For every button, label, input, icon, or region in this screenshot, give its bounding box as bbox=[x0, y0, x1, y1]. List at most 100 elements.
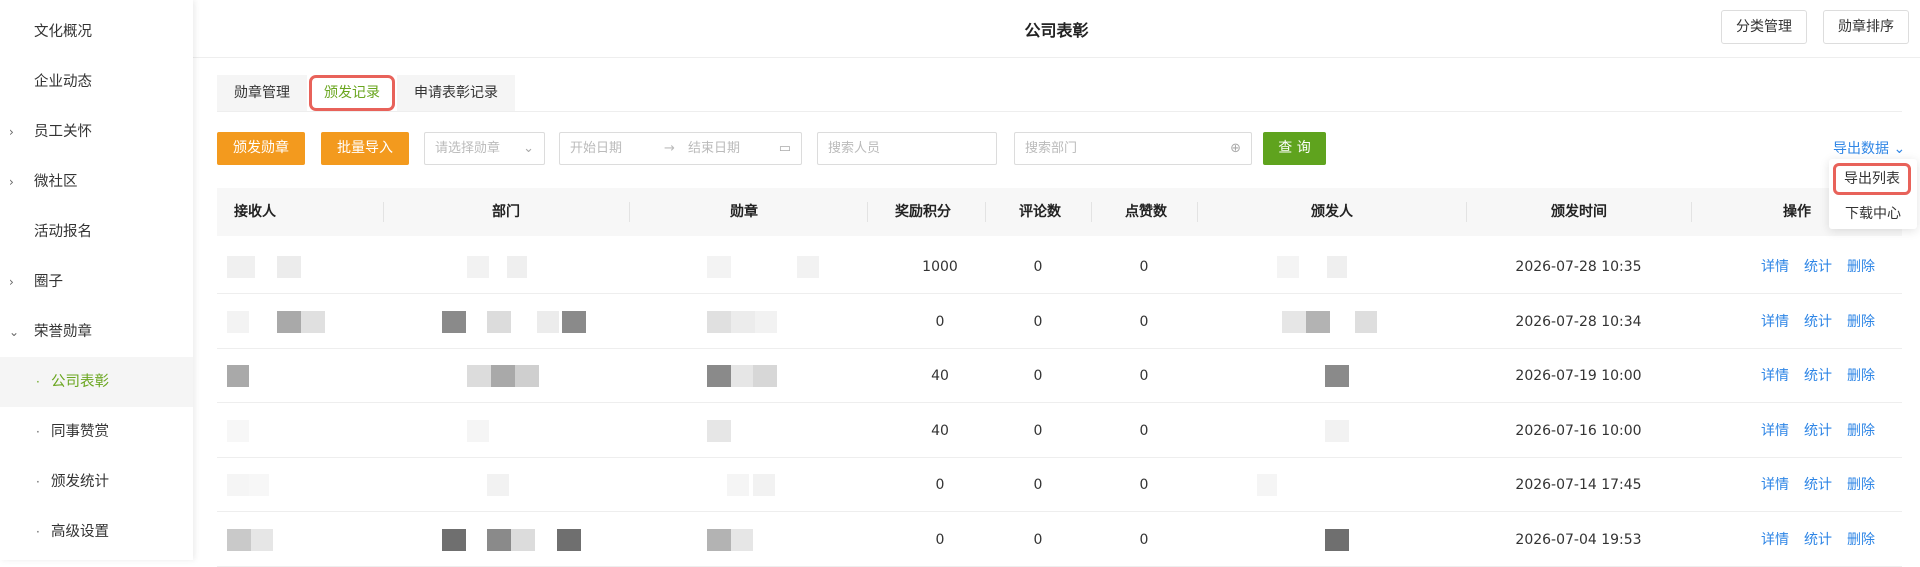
redacted-block bbox=[1306, 310, 1330, 333]
redacted-block bbox=[515, 365, 539, 387]
comments-cell: 0 bbox=[1033, 368, 1043, 384]
stats-link[interactable]: 统计 bbox=[1804, 349, 1832, 403]
column-header-issue-time: 颁发时间 bbox=[1551, 204, 1607, 220]
redacted-block bbox=[562, 310, 586, 333]
sidebar-item-label: 企业动态 bbox=[34, 74, 92, 90]
sidebar-item-label: 文化概况 bbox=[34, 24, 92, 40]
stats-link[interactable]: 统计 bbox=[1804, 513, 1832, 567]
details-link[interactable]: 详情 bbox=[1761, 349, 1789, 403]
delete-link[interactable]: 删除 bbox=[1847, 240, 1875, 294]
column-divider bbox=[629, 202, 630, 222]
table-row: 0 0 0 2026-07-14 17:45 详情 统计 删除 bbox=[217, 458, 1902, 512]
medal-select[interactable]: 请选择勋章 ⌄ bbox=[424, 132, 545, 165]
bullet-icon: · bbox=[36, 375, 40, 389]
main-content: 公司表彰 分类管理 勋章排序 勋章管理 颁发记录 申请表彰记录 颁发勋章 批量导… bbox=[193, 0, 1920, 567]
person-search-input[interactable]: 搜索人员 bbox=[817, 132, 997, 165]
column-header-recipient: 接收人 bbox=[234, 204, 276, 220]
redacted-block bbox=[507, 256, 527, 278]
details-link[interactable]: 详情 bbox=[1761, 513, 1789, 567]
table-row: 1000 0 0 2026-07-28 10:35 详情 统计 删除 bbox=[217, 240, 1902, 294]
sidebar-item-advanced-settings[interactable]: · 高级设置 bbox=[0, 507, 193, 557]
sidebar-item-peer-appreciation[interactable]: · 同事赞赏 bbox=[0, 407, 193, 457]
details-link[interactable]: 详情 bbox=[1761, 458, 1789, 512]
points-cell: 0 bbox=[935, 313, 945, 330]
redacted-block bbox=[487, 474, 509, 496]
stats-link[interactable]: 统计 bbox=[1804, 295, 1832, 349]
redacted-block bbox=[442, 310, 466, 333]
redacted-block bbox=[467, 256, 489, 278]
redacted-block bbox=[731, 365, 753, 387]
likes-cell: 0 bbox=[1139, 368, 1149, 384]
sidebar-item-culture-overview[interactable]: 文化概况 bbox=[0, 7, 193, 57]
stats-link[interactable]: 统计 bbox=[1804, 240, 1832, 294]
likes-cell: 0 bbox=[1139, 531, 1149, 548]
sidebar-item-label: 颁发统计 bbox=[51, 474, 109, 490]
delete-link[interactable]: 删除 bbox=[1847, 295, 1875, 349]
comments-cell: 0 bbox=[1033, 313, 1043, 330]
download-center-menu-item[interactable]: 下载中心 bbox=[1829, 203, 1917, 223]
redacted-block bbox=[1282, 310, 1306, 333]
delete-link[interactable]: 删除 bbox=[1847, 458, 1875, 512]
comments-cell: 0 bbox=[1033, 531, 1043, 548]
column-divider bbox=[383, 202, 384, 222]
redacted-block bbox=[1325, 419, 1349, 442]
points-cell: 0 bbox=[935, 531, 945, 548]
issue-time-cell: 2026-07-16 10:00 bbox=[1515, 422, 1642, 439]
sidebar: 文化概况 企业动态 › 员工关怀 › 微社区 活动报名 › 圈子 ⌄ 荣誉勋章 … bbox=[0, 0, 193, 560]
export-data-label: 导出数据 bbox=[1833, 141, 1889, 157]
stats-link[interactable]: 统计 bbox=[1804, 404, 1832, 458]
details-link[interactable]: 详情 bbox=[1761, 240, 1789, 294]
delete-link[interactable]: 删除 bbox=[1847, 513, 1875, 567]
sidebar-item-honor-medals[interactable]: ⌄ 荣誉勋章 bbox=[0, 307, 193, 357]
tab-issue-records[interactable]: 颁发记录 bbox=[309, 75, 395, 111]
sidebar-item-micro-community[interactable]: › 微社区 bbox=[0, 157, 193, 207]
table-row: 40 0 0 2026-07-19 10:00 详情 统计 删除 bbox=[217, 349, 1902, 403]
column-header-points: 奖励积分 bbox=[895, 204, 951, 220]
redacted-block bbox=[442, 528, 466, 551]
sidebar-item-event-signup[interactable]: 活动报名 bbox=[0, 207, 193, 257]
stats-link[interactable]: 统计 bbox=[1804, 458, 1832, 512]
sidebar-item-company-news[interactable]: 企业动态 bbox=[0, 57, 193, 107]
redacted-block bbox=[1325, 528, 1349, 551]
batch-import-button[interactable]: 批量导入 bbox=[321, 132, 409, 165]
export-list-menu-item[interactable]: 导出列表 bbox=[1833, 163, 1911, 195]
sidebar-item-label: 活动报名 bbox=[34, 224, 92, 240]
redacted-block bbox=[797, 256, 819, 278]
redacted-block bbox=[557, 528, 581, 551]
date-range-picker[interactable]: 开始日期 → 结束日期 ▭ bbox=[559, 132, 802, 165]
category-management-button[interactable]: 分类管理 bbox=[1721, 10, 1807, 44]
tab-commendation-requests[interactable]: 申请表彰记录 bbox=[397, 75, 515, 111]
query-button[interactable]: 查 询 bbox=[1263, 132, 1326, 165]
sidebar-item-issue-stats[interactable]: · 颁发统计 bbox=[0, 457, 193, 507]
comments-cell: 0 bbox=[1033, 477, 1043, 493]
delete-link[interactable]: 删除 bbox=[1847, 404, 1875, 458]
page-title: 公司表彰 bbox=[1024, 21, 1089, 40]
column-header-comments: 评论数 bbox=[1019, 204, 1061, 220]
redacted-block bbox=[755, 310, 777, 333]
tab-medal-management[interactable]: 勋章管理 bbox=[217, 75, 307, 111]
redacted-block bbox=[511, 528, 535, 551]
details-link[interactable]: 详情 bbox=[1761, 295, 1789, 349]
sidebar-item-circles[interactable]: › 圈子 bbox=[0, 257, 193, 307]
sidebar-item-employee-care[interactable]: › 员工关怀 bbox=[0, 107, 193, 157]
column-header-likes: 点赞数 bbox=[1125, 204, 1167, 220]
column-divider bbox=[1197, 202, 1198, 222]
delete-link[interactable]: 删除 bbox=[1847, 349, 1875, 403]
chevron-down-icon: ⌄ bbox=[9, 325, 20, 339]
redacted-block bbox=[277, 256, 301, 278]
issue-time-cell: 2026-07-14 17:45 bbox=[1515, 477, 1642, 493]
export-data-button[interactable]: 导出数据 ⌄ bbox=[1833, 138, 1905, 158]
department-search-input[interactable]: 搜索部门 ⊕ bbox=[1014, 132, 1252, 165]
column-header-issuer: 颁发人 bbox=[1311, 204, 1353, 220]
medal-select-placeholder: 请选择勋章 bbox=[435, 141, 501, 156]
export-dropdown-menu: 导出列表 下载中心 bbox=[1829, 159, 1917, 229]
sidebar-item-company-commendation[interactable]: · 公司表彰 bbox=[0, 357, 193, 407]
issue-medal-button[interactable]: 颁发勋章 bbox=[217, 132, 305, 165]
table-row: 0 0 0 2026-07-28 10:34 详情 统计 删除 bbox=[217, 295, 1902, 349]
redacted-block bbox=[467, 419, 489, 442]
medal-sort-button[interactable]: 勋章排序 bbox=[1823, 10, 1909, 44]
department-search-placeholder: 搜索部门 bbox=[1025, 141, 1078, 156]
start-date-placeholder: 开始日期 bbox=[570, 141, 623, 156]
points-cell: 1000 bbox=[922, 259, 958, 275]
details-link[interactable]: 详情 bbox=[1761, 404, 1789, 458]
